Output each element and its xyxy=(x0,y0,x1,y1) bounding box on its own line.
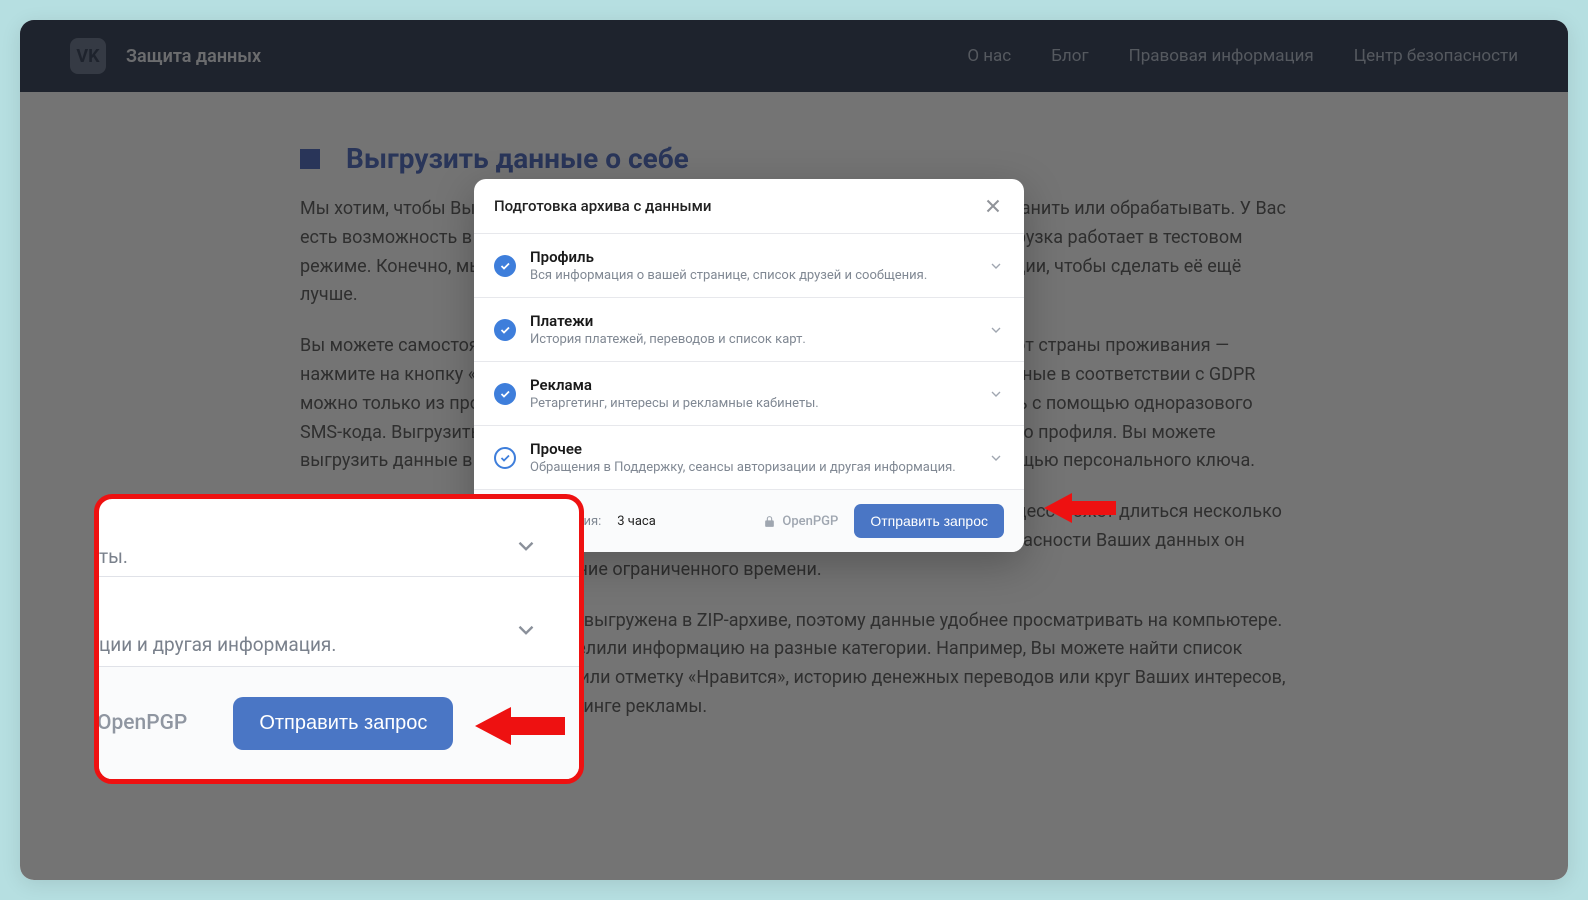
category-other[interactable]: Прочее Обращения в Поддержку, сеансы авт… xyxy=(474,425,1024,489)
close-icon[interactable] xyxy=(982,195,1004,217)
chevron-down-icon[interactable] xyxy=(513,617,539,643)
category-profile[interactable]: Профиль Вся информация о вашей странице,… xyxy=(474,233,1024,297)
chevron-down-icon[interactable] xyxy=(988,258,1004,274)
zoom-text-fragment: ции и другая информация. xyxy=(99,633,336,656)
category-payments[interactable]: Платежи История платежей, переводов и сп… xyxy=(474,297,1024,361)
annotation-arrow-icon xyxy=(475,707,565,743)
send-request-button[interactable]: Отправить запрос xyxy=(233,697,453,750)
zoom-row: ции и другая информация. xyxy=(99,577,579,667)
category-desc: История платежей, переводов и список кар… xyxy=(530,332,974,347)
category-title: Платежи xyxy=(530,312,974,330)
category-desc: Вся информация о вашей странице, список … xyxy=(530,268,974,283)
zoom-text-fragment: ты. xyxy=(99,545,128,568)
chevron-down-icon[interactable] xyxy=(988,322,1004,338)
wait-time: 3 часа xyxy=(617,514,656,529)
app-frame: VK Защита данных О нас Блог Правовая инф… xyxy=(20,20,1568,880)
checkbox-partial-icon[interactable] xyxy=(494,447,516,469)
checkbox-checked-icon[interactable] xyxy=(494,383,516,405)
modal-title: Подготовка архива с данными xyxy=(494,197,711,215)
category-desc: Ретаргетинг, интересы и рекламные кабине… xyxy=(530,396,974,411)
chevron-down-icon[interactable] xyxy=(988,450,1004,466)
lock-icon xyxy=(763,515,776,528)
category-desc: Обращения в Поддержку, сеансы авторизаци… xyxy=(530,460,974,475)
openpgp-option[interactable]: OpenPGP xyxy=(763,514,838,529)
category-ads[interactable]: Реклама Ретаргетинг, интересы и рекламны… xyxy=(474,361,1024,425)
checkbox-checked-icon[interactable] xyxy=(494,255,516,277)
category-title: Профиль xyxy=(530,248,974,266)
annotation-arrow-icon xyxy=(1044,493,1116,521)
zoom-row: ты. xyxy=(99,499,579,577)
send-request-button[interactable]: Отправить запрос xyxy=(854,504,1004,538)
chevron-down-icon[interactable] xyxy=(513,533,539,559)
chevron-down-icon[interactable] xyxy=(988,386,1004,402)
category-title: Реклама xyxy=(530,376,974,394)
modal-header: Подготовка архива с данными xyxy=(474,179,1024,233)
category-title: Прочее xyxy=(530,440,974,458)
checkbox-checked-icon[interactable] xyxy=(494,319,516,341)
openpgp-label[interactable]: OpenPGP xyxy=(97,711,187,735)
openpgp-label: OpenPGP xyxy=(782,514,838,529)
